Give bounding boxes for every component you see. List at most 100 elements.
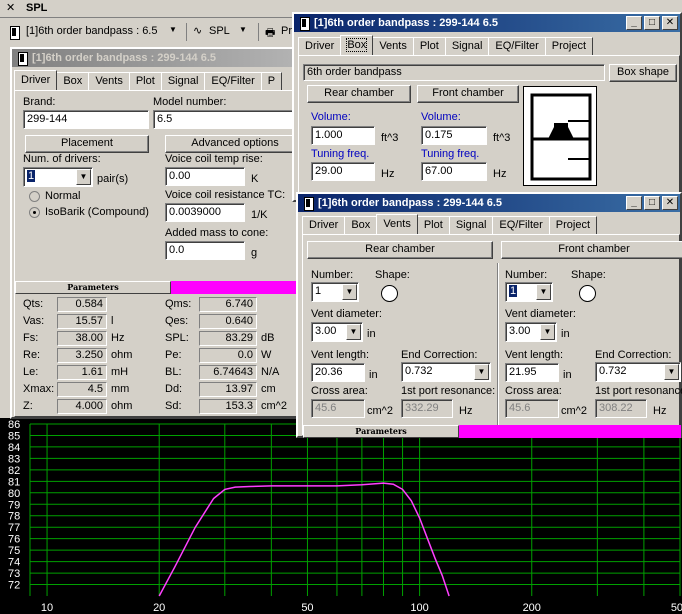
- tab-signal[interactable]: Signal: [448, 216, 494, 234]
- front-res-label: 1st port resonance:: [595, 385, 682, 397]
- tab-box[interactable]: Box: [340, 35, 374, 55]
- maximize-icon[interactable]: □: [644, 196, 660, 210]
- tab-eq-filter[interactable]: EQ/Filter: [492, 216, 550, 234]
- chevron-down-icon: ▼: [346, 324, 361, 340]
- rear-chamber-button[interactable]: Rear chamber: [307, 85, 411, 103]
- advanced-options-button[interactable]: Advanced options: [165, 135, 305, 153]
- front-chamber-header[interactable]: Front chamber: [501, 241, 682, 259]
- close-icon[interactable]: ✕: [662, 16, 678, 30]
- box-shape-button[interactable]: Box shape: [609, 64, 677, 82]
- y-tick-label: 79: [8, 499, 20, 511]
- rear-res-label: 1st port resonance:: [401, 385, 496, 397]
- tab-signal[interactable]: Signal: [160, 72, 206, 90]
- tab-driver[interactable]: Driver: [14, 70, 58, 90]
- front-chamber-button[interactable]: Front chamber: [417, 85, 519, 103]
- vents-window-titlebar: [1]6th order bandpass : 299-144 6.5 _ □ …: [298, 194, 680, 212]
- project-combo[interactable]: [1]6th order bandpass : 6.5 ▼: [6, 23, 180, 41]
- rear-length-input[interactable]: 20.36: [311, 363, 365, 382]
- tab-signal[interactable]: Signal: [444, 37, 490, 55]
- param-unit: dB: [261, 332, 275, 344]
- added-mass-unit: g: [251, 247, 258, 259]
- placement-button[interactable]: Placement: [25, 135, 149, 153]
- spl-button[interactable]: ∿ SPL ▼: [186, 23, 250, 41]
- parameters-bar[interactable]: Parameters: [15, 281, 171, 294]
- tab-eq-filter[interactable]: EQ/Filter: [488, 37, 546, 55]
- minimize-icon[interactable]: _: [626, 196, 642, 210]
- rear-number-combo[interactable]: 1 ▼: [311, 282, 359, 302]
- tab-plot[interactable]: Plot: [412, 37, 446, 55]
- tab-plot[interactable]: Plot: [416, 216, 450, 234]
- param-value: 153.3: [199, 399, 257, 414]
- brand-input[interactable]: 299-144: [23, 110, 149, 129]
- tab-driver[interactable]: Driver: [298, 37, 342, 55]
- param-value: 3.250: [57, 348, 107, 363]
- rear-volume-input[interactable]: 1.000: [311, 126, 375, 145]
- param-label: Qts:: [23, 298, 44, 310]
- param-label: Qes:: [165, 315, 189, 327]
- front-volume-input[interactable]: 0.175: [421, 126, 487, 145]
- isobarik-radio[interactable]: [29, 207, 40, 218]
- y-tick-label: 86: [8, 419, 20, 431]
- file-icon: [8, 25, 20, 40]
- front-diameter-label: Vent diameter:: [505, 308, 576, 320]
- app-close-icon[interactable]: ✕: [6, 1, 15, 14]
- param-label: Qms:: [165, 298, 192, 310]
- rear-chamber-header[interactable]: Rear chamber: [307, 241, 493, 259]
- rear-round-vent-icon[interactable]: [381, 285, 398, 302]
- y-tick-label: 74: [8, 557, 20, 569]
- param-label: Xmax:: [23, 383, 55, 395]
- param-unit: cm^2: [261, 400, 287, 412]
- rear-tuning-input[interactable]: 29.00: [311, 162, 375, 181]
- param-unit: ohm: [111, 349, 133, 361]
- front-tuning-input[interactable]: 67.00: [421, 162, 487, 181]
- box-window-tabs: Driver Box Vents Plot Signal EQ/Filter P…: [298, 35, 594, 55]
- chevron-down-icon: ▼: [169, 25, 177, 34]
- tab-project[interactable]: Project: [544, 37, 594, 55]
- y-tick-label: 82: [8, 465, 20, 477]
- model-input[interactable]: 6.5: [153, 110, 303, 129]
- num-drivers-combo[interactable]: 1 ▼: [23, 167, 93, 187]
- rear-end-label: End Correction:: [401, 349, 478, 361]
- tab-box[interactable]: Box: [56, 72, 90, 90]
- tab-box[interactable]: Box: [344, 216, 378, 234]
- x-tick-label: 10: [41, 602, 53, 614]
- rear-end-combo[interactable]: 0.732 ▼: [401, 362, 491, 382]
- vents-parameters-bar[interactable]: Parameters: [303, 425, 459, 438]
- front-volume-unit: ft^3: [493, 132, 511, 144]
- front-tuning-unit: Hz: [493, 168, 507, 180]
- driver-window-titlebar: [1]6th order bandpass : 299-144 6.5: [12, 49, 308, 67]
- chevron-down-icon: ▼: [76, 169, 91, 185]
- added-mass-input[interactable]: 0.0: [165, 241, 245, 260]
- tab-vents[interactable]: Vents: [376, 214, 418, 234]
- front-number-combo[interactable]: 1 ▼: [505, 282, 553, 302]
- tab-vents[interactable]: Vents: [372, 37, 414, 55]
- front-number-label: Number:: [505, 269, 548, 281]
- front-diameter-combo[interactable]: 3.00 ▼: [505, 322, 557, 342]
- front-length-input[interactable]: 21.95: [505, 363, 559, 382]
- vc-temp-input[interactable]: 0.00: [165, 167, 245, 186]
- tab-project[interactable]: Project: [548, 216, 598, 234]
- rear-area-label: Cross area:: [311, 385, 368, 397]
- front-round-vent-icon[interactable]: [579, 285, 596, 302]
- normal-radio[interactable]: [29, 191, 40, 202]
- tab-vents[interactable]: Vents: [88, 72, 130, 90]
- tab-project[interactable]: P: [260, 72, 283, 90]
- minimize-icon[interactable]: _: [626, 16, 642, 30]
- vents-window-tabs: Driver Box Vents Plot Signal EQ/Filter P…: [302, 214, 598, 234]
- close-icon[interactable]: ✕: [662, 196, 678, 210]
- param-unit: l: [111, 315, 114, 327]
- front-end-combo[interactable]: 0.732 ▼: [595, 362, 681, 382]
- box-window: [1]6th order bandpass : 299-144 6.5 _ □ …: [292, 12, 682, 202]
- maximize-icon[interactable]: □: [644, 16, 660, 30]
- chevron-down-icon: ▼: [239, 25, 247, 34]
- spl-chart-svg: 868584838281807978777675747372 10 20 50 100 2…: [8, 419, 682, 614]
- brand-label: Brand:: [23, 96, 56, 108]
- tab-driver[interactable]: Driver: [302, 216, 346, 234]
- front-end-label: End Correction:: [595, 349, 672, 361]
- front-area-label: Cross area:: [505, 385, 562, 397]
- vc-res-input[interactable]: 0.0039000: [165, 203, 245, 222]
- rear-diameter-combo[interactable]: 3.00 ▼: [311, 322, 363, 342]
- tab-plot[interactable]: Plot: [128, 72, 162, 90]
- param-value: 4.000: [57, 399, 107, 414]
- tab-eq-filter[interactable]: EQ/Filter: [204, 72, 262, 90]
